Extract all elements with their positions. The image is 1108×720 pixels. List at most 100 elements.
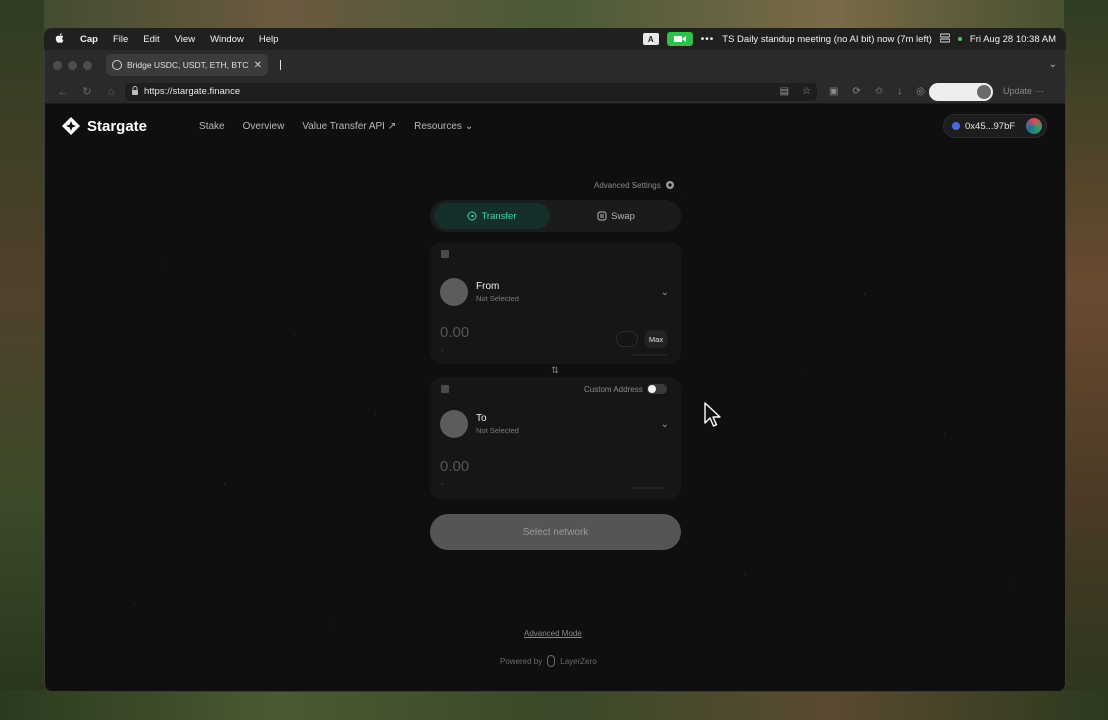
close-tab-icon[interactable]: ✕ — [254, 60, 262, 71]
window-controls — [53, 60, 92, 70]
transfer-icon — [467, 211, 477, 221]
back-arrow-icon[interactable]: ← — [51, 86, 75, 98]
tab-transfer[interactable]: Transfer — [434, 203, 550, 229]
from-token-placeholder-icon — [440, 278, 468, 306]
powered-by-footer: Powered by LayerZero — [500, 655, 597, 667]
menu-app-name[interactable]: Cap — [80, 34, 98, 45]
home-icon[interactable]: ⌂ — [99, 86, 123, 98]
menu-file[interactable]: File — [113, 34, 128, 45]
lock-icon — [131, 85, 139, 98]
browser-toolbar: ← ↻ ⌂ https://stargate.finance ▤ ☆ ▣ ⟳ ✩… — [45, 80, 1065, 104]
url-text[interactable]: https://stargate.finance — [144, 86, 767, 97]
camera-icon[interactable] — [666, 32, 693, 46]
wallet-address: 0x45...97bF — [965, 120, 1016, 132]
chain-icon — [952, 122, 960, 130]
tab-list-chevron-icon[interactable]: ⌄ — [1049, 59, 1057, 70]
from-amount-input[interactable]: 0.00 — [440, 324, 469, 341]
layerzero-brand-text[interactable]: LayerZero — [560, 657, 596, 666]
layerzero-logo-icon — [547, 655, 556, 667]
control-center-icon[interactable] — [939, 33, 951, 46]
new-tab-text-cursor[interactable] — [280, 60, 281, 70]
download-icon[interactable]: ↓ — [897, 86, 902, 97]
to-asset-selector[interactable]: To Not Selected ⌄ — [440, 409, 671, 439]
custom-address-toggle[interactable] — [646, 384, 667, 394]
from-network-chip — [441, 250, 449, 258]
advanced-settings-label: Advanced Settings — [594, 180, 661, 190]
desktop-wallpaper-top — [0, 0, 1108, 28]
nav-stake[interactable]: Stake — [199, 121, 225, 132]
balance-skeleton — [631, 354, 667, 356]
bookmark-star-icon[interactable]: ☆ — [802, 86, 811, 97]
nav-overview[interactable]: Overview — [243, 121, 285, 132]
extension-icon[interactable]: ▣ — [829, 86, 838, 97]
custom-address-control: Custom Address — [584, 384, 667, 394]
to-card: To Not Selected ⌄ 0.00 - — [430, 377, 681, 499]
to-status: Not Selected — [476, 426, 519, 435]
wallet-avatar — [1026, 118, 1042, 134]
address-bar[interactable]: https://stargate.finance ▤ ☆ — [125, 82, 817, 101]
menu-window[interactable]: Window — [210, 34, 244, 45]
close-window-button[interactable] — [53, 60, 62, 70]
to-network-chip — [441, 385, 449, 393]
macos-menu-bar: Cap File Edit View Window Help A ••• TS … — [44, 28, 1066, 50]
advanced-mode-link[interactable]: Advanced Mode — [524, 629, 582, 638]
profile-avatar — [976, 84, 991, 99]
tab-swap[interactable]: Swap — [558, 203, 674, 229]
from-status: Not Selected — [476, 294, 519, 303]
site-header: Stargate Stake Overview Value Transfer A… — [45, 104, 1065, 148]
mode-segmented-control: Transfer Swap — [430, 200, 681, 232]
from-usd-value: - — [441, 346, 444, 355]
swap-direction-icon[interactable]: ⇅ — [545, 362, 565, 378]
status-dot-icon — [957, 37, 962, 41]
apple-logo-icon[interactable] — [54, 32, 68, 46]
browser-window: Bridge USDC, USDT, ETH, BTC ✕ ⌄ ← ↻ ⌂ ht… — [44, 50, 1066, 692]
update-button[interactable]: Update ⋯ — [1003, 86, 1044, 97]
menu-help[interactable]: Help — [259, 34, 279, 45]
desktop-wallpaper-right — [1064, 0, 1108, 720]
input-source-icon[interactable]: A — [642, 33, 659, 45]
more-icon[interactable]: ••• — [701, 34, 715, 45]
balance-placeholder — [616, 331, 638, 347]
menubar-clock[interactable]: Fri Aug 28 10:38 AM — [970, 34, 1056, 45]
to-usd-value: - — [441, 479, 444, 488]
profile-button[interactable] — [928, 82, 993, 101]
swap-icon — [597, 211, 607, 221]
menu-edit[interactable]: Edit — [143, 34, 159, 45]
nav-resources[interactable]: Resources ⌄ — [414, 121, 473, 132]
custom-address-label: Custom Address — [584, 384, 643, 394]
reload-icon[interactable]: ↻ — [75, 85, 99, 98]
maximize-window-button[interactable] — [83, 60, 92, 70]
chevron-down-icon: ⌄ — [660, 286, 669, 298]
advanced-settings-button[interactable]: Advanced Settings — [594, 180, 675, 190]
tab-strip: Bridge USDC, USDT, ETH, BTC ✕ ⌄ — [45, 50, 1065, 80]
to-balance-skeleton — [631, 487, 667, 489]
from-card: From Not Selected ⌄ 0.00 - Max — [430, 242, 681, 364]
shield-icon[interactable]: ◎ — [916, 86, 925, 97]
logo-text: Stargate — [87, 117, 148, 135]
chevron-down-icon: ⌄ — [464, 120, 474, 132]
max-button[interactable]: Max — [644, 330, 668, 348]
desktop-wallpaper-bottom — [0, 690, 1108, 720]
to-amount-value: 0.00 — [440, 458, 470, 475]
reader-mode-icon[interactable]: ▤ — [780, 86, 789, 97]
stargate-logo[interactable]: Stargate — [61, 116, 147, 136]
favorites-icon[interactable]: ✩ — [875, 86, 883, 97]
stargate-logo-icon — [62, 117, 80, 135]
mouse-cursor-icon — [704, 402, 721, 427]
calendar-meeting-text[interactable]: TS Daily standup meeting (no AI bit) now… — [722, 34, 932, 45]
to-label: To — [476, 413, 487, 424]
sync-icon[interactable]: ⟳ — [852, 86, 860, 97]
minimize-window-button[interactable] — [68, 60, 77, 70]
browser-tab-active[interactable]: Bridge USDC, USDT, ETH, BTC ✕ — [106, 54, 268, 76]
menu-view[interactable]: View — [175, 34, 195, 45]
from-asset-selector[interactable]: From Not Selected ⌄ — [440, 277, 671, 307]
chevron-down-icon: ⌄ — [660, 418, 669, 430]
wallet-button[interactable]: 0x45...97bF — [943, 114, 1047, 138]
site-favicon-icon — [112, 60, 122, 70]
powered-by-text: Powered by — [500, 656, 543, 666]
main-nav: Stake Overview Value Transfer API ↗ Reso… — [199, 121, 473, 132]
select-network-button[interactable]: Select network — [430, 514, 681, 550]
stargate-page: Stargate Stake Overview Value Transfer A… — [45, 104, 1065, 691]
gear-icon — [665, 181, 674, 189]
nav-value-transfer-api[interactable]: Value Transfer API ↗ — [302, 121, 396, 132]
